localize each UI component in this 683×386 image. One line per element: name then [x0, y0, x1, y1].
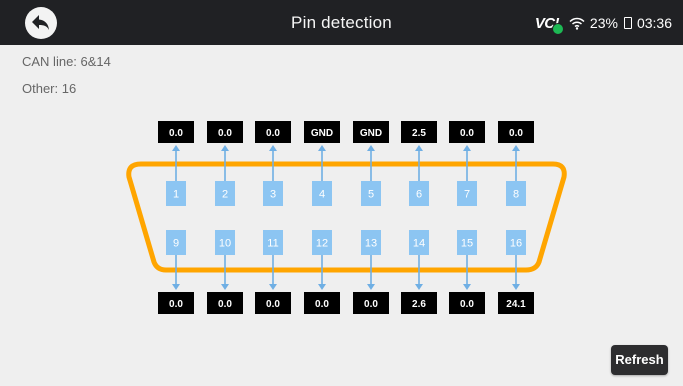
bottom-pin-number: 16: [510, 238, 522, 250]
top-arrow-head: [512, 145, 520, 151]
top-value: 0.0: [509, 128, 523, 139]
top-value: 0.0: [266, 128, 280, 139]
top-pin-number: 5: [368, 189, 374, 201]
top-pin-number: 7: [464, 189, 470, 201]
top-arrow-head: [269, 145, 277, 151]
top-value: GND: [311, 128, 333, 139]
bottom-value: 0.0: [169, 299, 183, 310]
bottom-arrow-head: [221, 284, 229, 290]
top-value: 0.0: [169, 128, 183, 139]
top-pin-number: 8: [513, 189, 519, 201]
top-arrow-head: [221, 145, 229, 151]
bottom-pin-number: 10: [219, 238, 231, 250]
bottom-value: 2.6: [412, 299, 426, 310]
bottom-value: 0.0: [266, 299, 280, 310]
bottom-value: 0.0: [315, 299, 329, 310]
top-value: 0.0: [218, 128, 232, 139]
bottom-value: 0.0: [218, 299, 232, 310]
top-pin-number: 2: [222, 189, 228, 201]
top-value: 0.0: [460, 128, 474, 139]
bottom-pin-number: 13: [365, 238, 377, 250]
top-value: GND: [360, 128, 382, 139]
bottom-pin-number: 11: [267, 238, 278, 250]
top-arrow-head: [318, 145, 326, 151]
bottom-value: 24.1: [506, 299, 526, 310]
bottom-arrow-head: [463, 284, 471, 290]
bottom-pin-number: 9: [173, 238, 179, 250]
bottom-pin-number: 14: [413, 238, 425, 250]
top-arrow-head: [463, 145, 471, 151]
bottom-pin-number: 12: [316, 238, 328, 250]
top-pin-number: 6: [416, 189, 422, 201]
bottom-arrow-head: [367, 284, 375, 290]
bottom-value: 0.0: [364, 299, 378, 310]
pin-detection-screen: Pin detection VC! 23% 03:36 CAN line: 6&…: [0, 0, 683, 386]
refresh-button[interactable]: Refresh: [611, 345, 668, 375]
bottom-arrow-head: [172, 284, 180, 290]
bottom-value: 0.0: [460, 299, 474, 310]
top-pin-number: 3: [270, 189, 276, 201]
connector-outline: [126, 161, 567, 273]
top-pin-number: 4: [319, 189, 325, 201]
top-arrow-head: [415, 145, 423, 151]
obd-connector-diagram: 1 0.0 2 0.0 3 0.0 4 GND 5 GND 6 2.5 7 0.0 8 0.0 9 0.0 10 0.…: [126, 121, 567, 314]
top-arrow-head: [367, 145, 375, 151]
bottom-pin-number: 15: [461, 238, 473, 250]
top-value: 2.5: [412, 128, 426, 139]
bottom-arrow-head: [415, 284, 423, 290]
bottom-arrow-head: [269, 284, 277, 290]
bottom-arrow-head: [318, 284, 326, 290]
top-pin-number: 1: [173, 189, 179, 201]
top-arrow-head: [172, 145, 180, 151]
bottom-arrow-head: [512, 284, 520, 290]
